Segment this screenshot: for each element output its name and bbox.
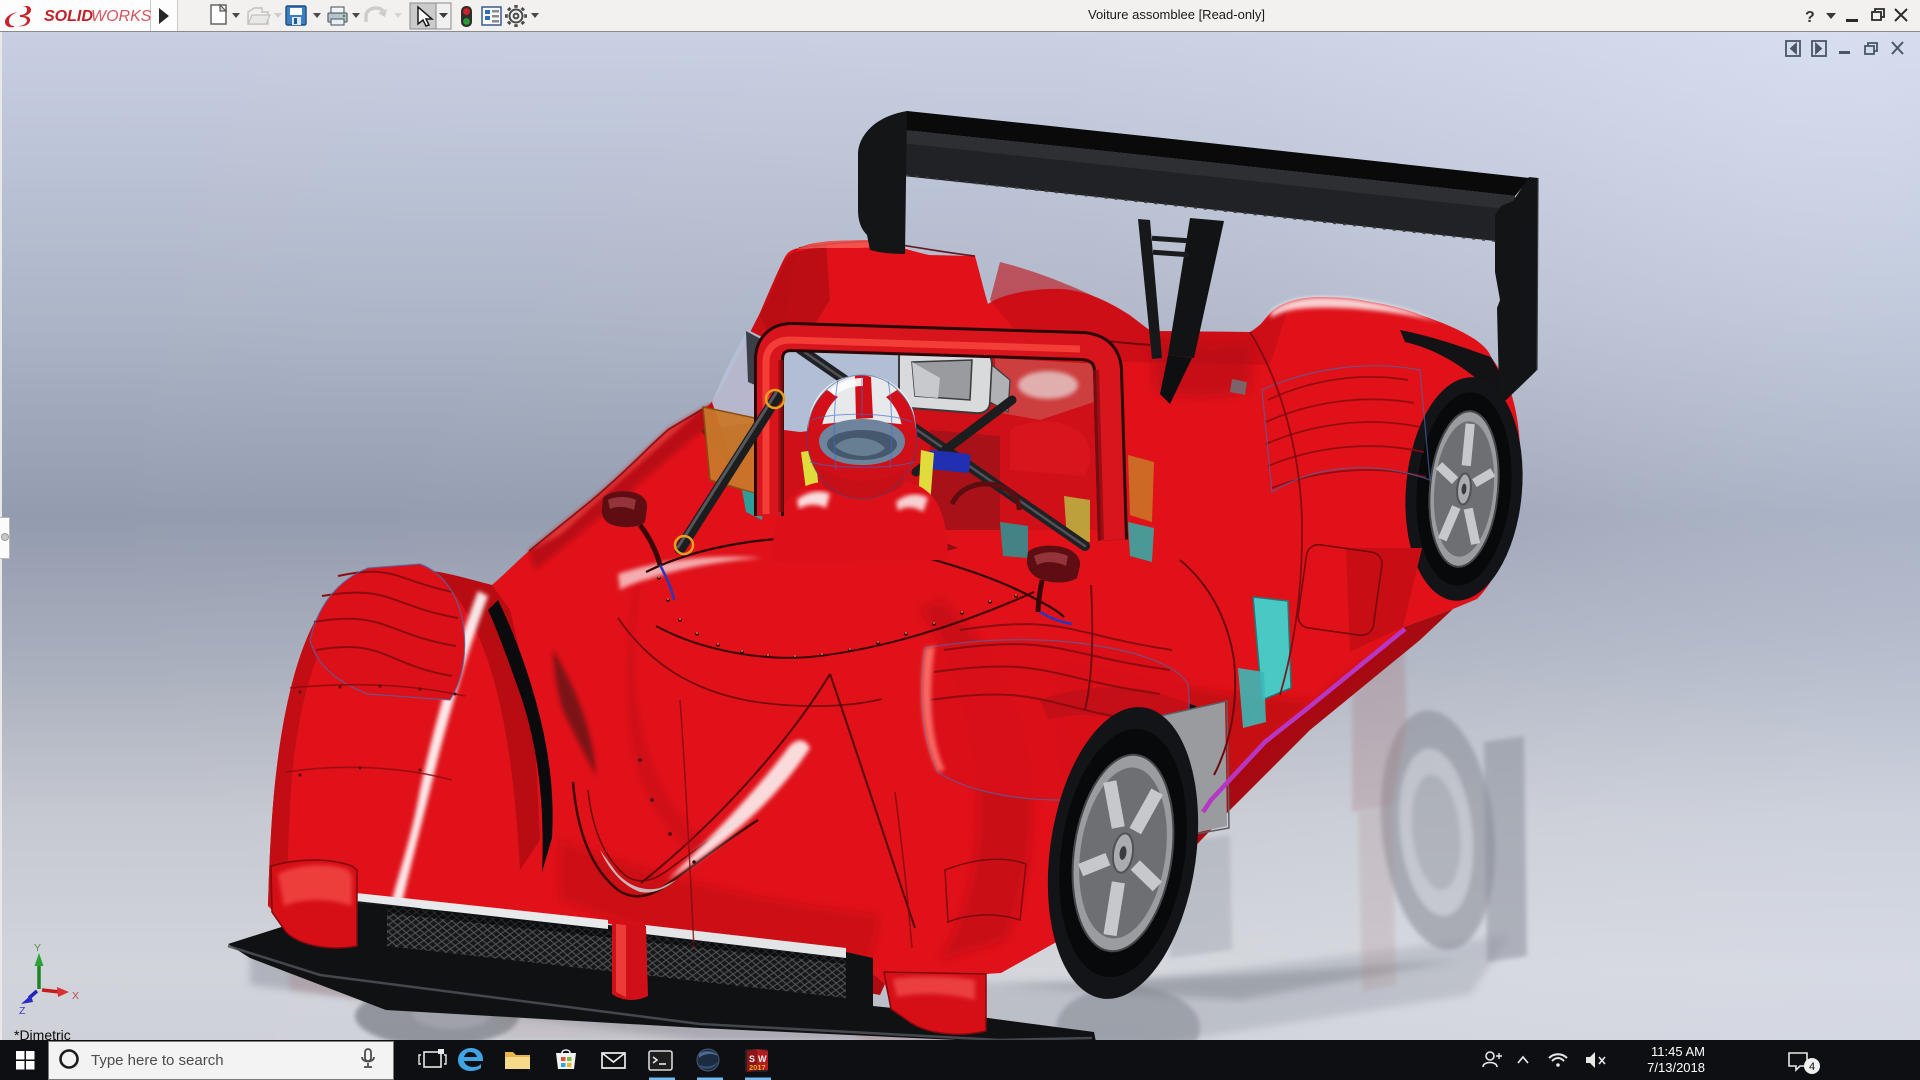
- svg-text:2017: 2017: [749, 1063, 766, 1072]
- svg-text:Y: Y: [34, 942, 41, 954]
- svg-text:Z: Z: [19, 1005, 26, 1017]
- svg-text:X: X: [72, 990, 79, 1002]
- svg-text:4: 4: [1809, 1061, 1815, 1073]
- svg-text:?: ?: [1805, 9, 1815, 26]
